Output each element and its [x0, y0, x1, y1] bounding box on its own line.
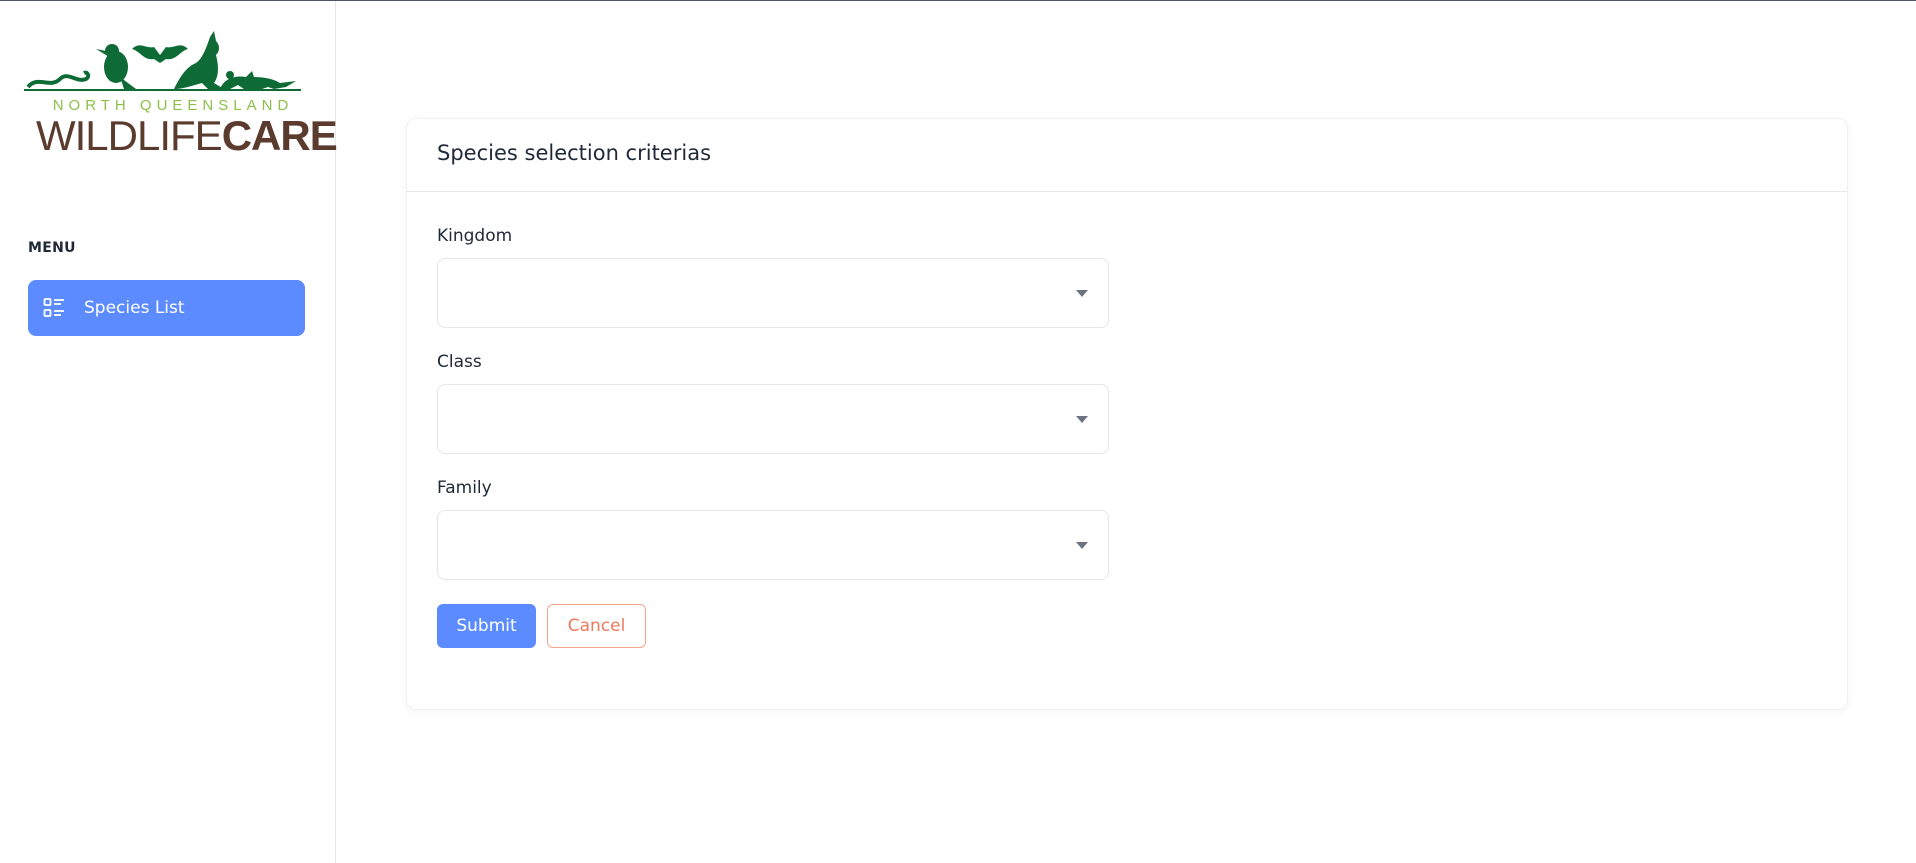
submit-button[interactable]: Submit: [437, 604, 536, 648]
logo-wordmark-thin: WILDLIFE: [36, 112, 223, 159]
caret-down-icon: [1076, 290, 1088, 297]
kingdom-select[interactable]: [437, 258, 1109, 328]
caret-down-icon: [1076, 416, 1088, 423]
family-field: Family: [437, 478, 1817, 580]
card-title: Species selection criterias: [437, 141, 712, 165]
kingdom-label: Kingdom: [437, 226, 513, 246]
list-icon: [42, 296, 66, 320]
family-label: Family: [437, 478, 492, 498]
card-header: Species selection criterias: [407, 119, 1847, 192]
caret-down-icon: [1076, 542, 1088, 549]
sidebar-item-label: Species List: [84, 298, 185, 318]
class-select[interactable]: [437, 384, 1109, 454]
class-field: Class: [437, 352, 1817, 454]
card-body: Kingdom Class Family Submit Cancel: [407, 192, 1847, 648]
form-actions: Submit Cancel: [437, 604, 1817, 648]
species-criteria-card: Species selection criterias Kingdom Clas…: [406, 118, 1848, 710]
wildlife-silhouette-icon: [24, 31, 301, 91]
logo-wordmark: WILDLIFECARE: [36, 112, 338, 160]
logo-wordmark-bold: CARE: [221, 112, 338, 159]
sidebar-item-species-list[interactable]: Species List: [28, 280, 305, 336]
kingdom-field: Kingdom: [437, 226, 1817, 328]
family-select[interactable]: [437, 510, 1109, 580]
class-label: Class: [437, 352, 482, 372]
sidebar: NORTH QUEENSLAND WILDLIFECARE MENU Speci…: [0, 1, 338, 863]
logo[interactable]: NORTH QUEENSLAND WILDLIFECARE: [24, 27, 338, 159]
menu-heading: MENU: [28, 240, 76, 256]
cancel-button[interactable]: Cancel: [547, 604, 646, 648]
